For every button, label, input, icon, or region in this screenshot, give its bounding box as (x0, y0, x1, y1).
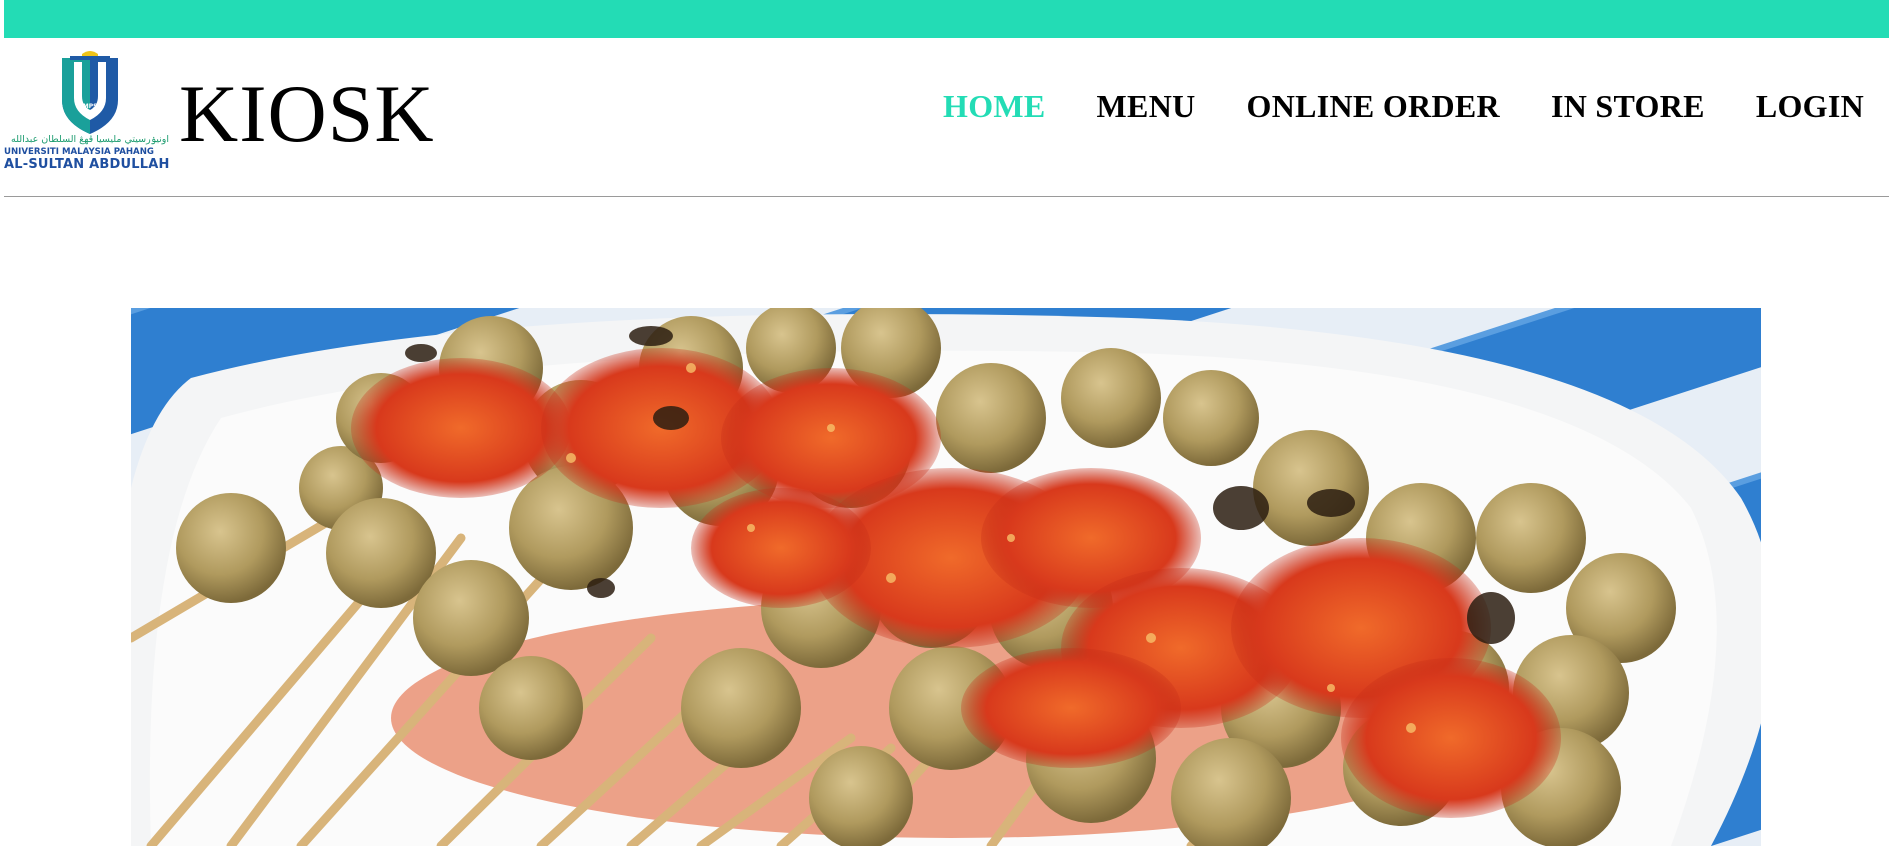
header-divider (4, 196, 1889, 197)
university-crest-icon: UMPSA (62, 50, 118, 134)
nav-item-home[interactable]: HOME (943, 88, 1046, 125)
university-name-line2: AL-SULTAN ABDULLAH (4, 156, 170, 172)
nav-item-login[interactable]: LOGIN (1756, 88, 1864, 125)
food-photo (131, 308, 1761, 846)
nav-item-in-store[interactable]: IN STORE (1551, 88, 1705, 125)
main-navigation: HOME MENU ONLINE ORDER IN STORE LOGIN (943, 28, 1864, 185)
university-logo[interactable]: UMPSA اونيۏرسيتي مليسيا ڤهڠ السلطان عبدا… (4, 48, 176, 178)
nav-item-menu[interactable]: MENU (1097, 88, 1196, 125)
hero-image (131, 308, 1761, 846)
nav-item-online-order[interactable]: ONLINE ORDER (1247, 88, 1500, 125)
university-name-line1: UNIVERSITI MALAYSIA PAHANG (4, 146, 154, 157)
crest-shield-text: UMPSA (78, 103, 103, 110)
university-name-arabic: اونيۏرسيتي مليسيا ڤهڠ السلطان عبدالله (10, 133, 169, 145)
brand[interactable]: UMPSA اونيۏرسيتي مليسيا ڤهڠ السلطان عبدا… (4, 38, 435, 195)
site-header: UMPSA اونيۏرسيتي مليسيا ڤهڠ السلطان عبدا… (4, 38, 1889, 195)
brand-name[interactable]: KIOSK (179, 72, 435, 155)
